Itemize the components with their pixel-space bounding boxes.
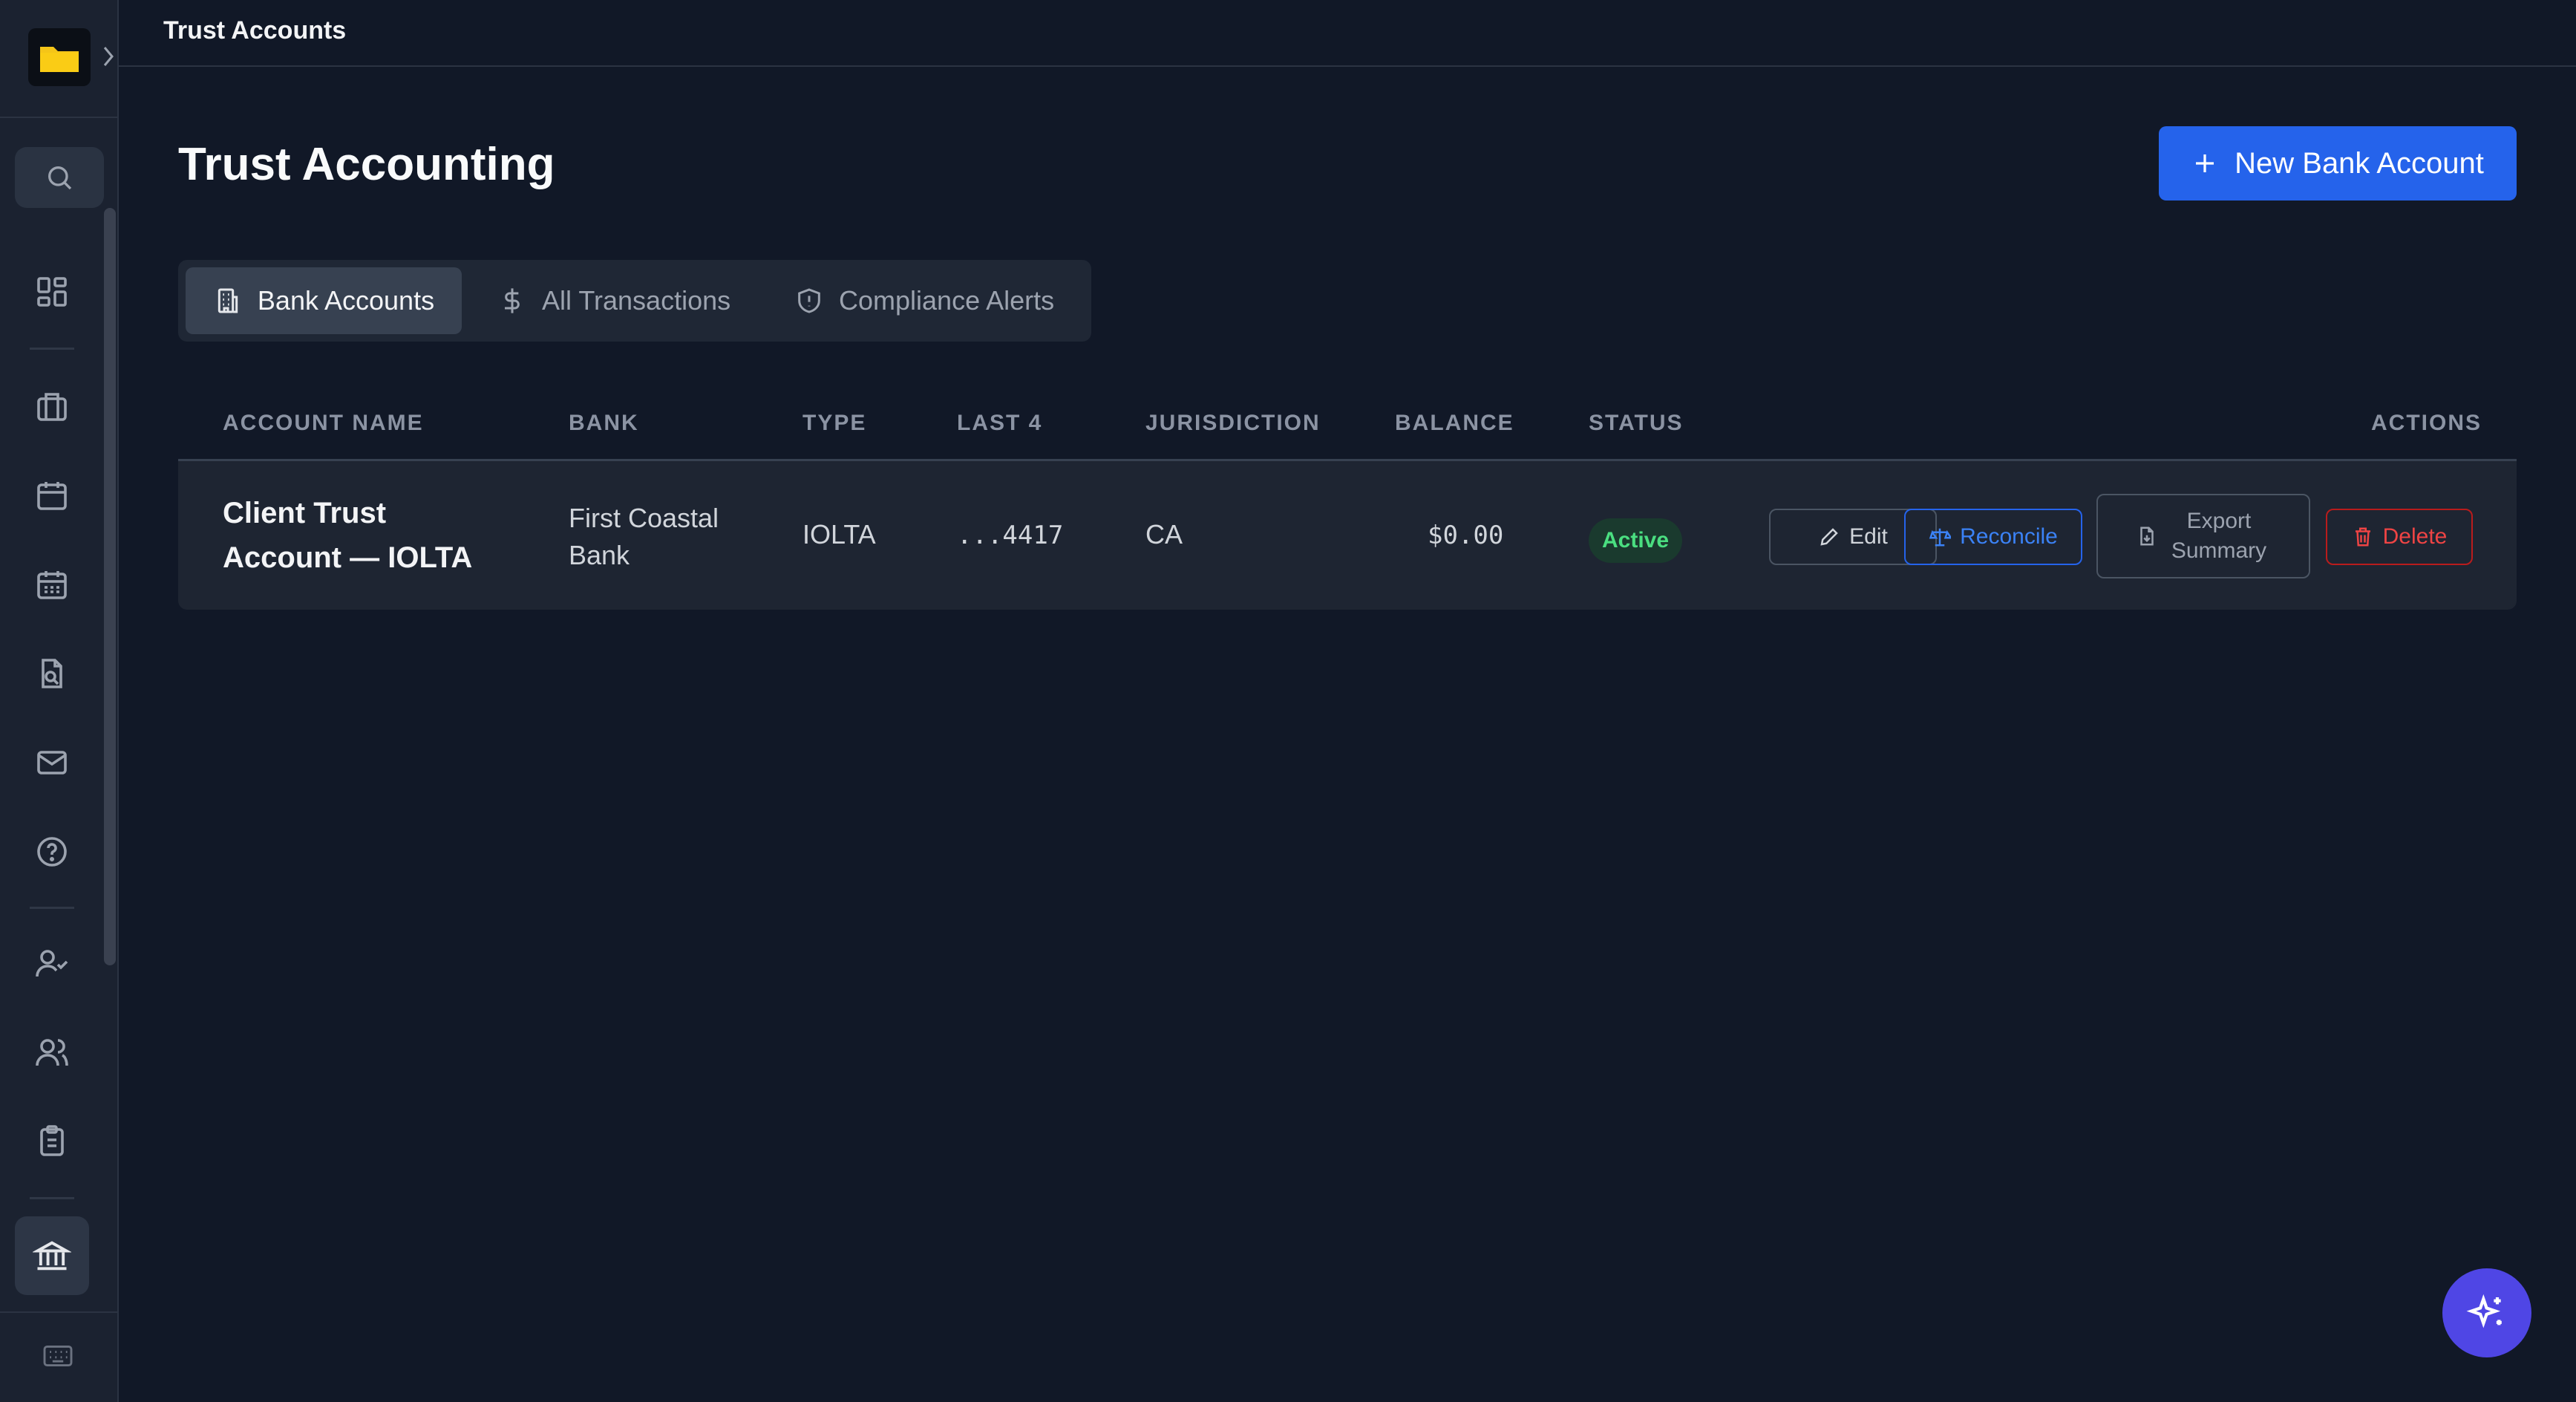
page-title: Trust Accounting xyxy=(178,139,555,190)
delete-button[interactable]: Delete xyxy=(2326,509,2473,565)
new-bank-account-button[interactable]: New Bank Account xyxy=(2159,126,2517,200)
sidebar-item-trust[interactable] xyxy=(15,1216,89,1295)
tab-all-transactions[interactable]: All Transactions xyxy=(497,267,730,334)
column-header-bank[interactable]: BANK xyxy=(569,411,639,436)
sidebar-scrollbar[interactable] xyxy=(104,208,116,965)
users-icon xyxy=(36,1039,68,1066)
tab-label: Compliance Alerts xyxy=(839,285,1055,316)
column-header-actions: ACTIONS xyxy=(2371,411,2482,435)
mail-icon xyxy=(37,751,67,775)
sidebar-divider xyxy=(0,117,117,118)
keyboard-icon[interactable] xyxy=(42,1343,74,1369)
sidebar-divider xyxy=(30,1197,74,1199)
file-download-icon xyxy=(2140,526,2154,546)
column-header-type[interactable]: TYPE xyxy=(802,411,866,436)
column-header-jurisdiction[interactable]: JURISDICTION xyxy=(1145,411,1321,436)
reconcile-button[interactable]: Reconcile xyxy=(1904,509,2082,565)
account-type: IOLTA xyxy=(802,519,876,550)
sidebar-item-dashboard[interactable] xyxy=(30,270,74,314)
export-summary-button[interactable]: Export Summary xyxy=(2096,494,2310,578)
help-icon xyxy=(37,837,67,867)
table-row[interactable]: Client Trust Account — IOLTA First Coast… xyxy=(178,461,2517,610)
sidebar-item-matters[interactable] xyxy=(30,384,74,428)
sidebar-divider xyxy=(30,907,74,909)
scale-icon xyxy=(1929,528,1952,547)
ai-assistant-button[interactable] xyxy=(2442,1268,2531,1357)
sidebar-item-calendar[interactable] xyxy=(30,473,74,518)
search-button[interactable] xyxy=(15,147,104,208)
sidebar-divider xyxy=(30,348,74,350)
sidebar-item-user-check[interactable] xyxy=(30,941,74,985)
column-header-last4[interactable]: LAST 4 xyxy=(957,411,1042,436)
sidebar-item-help[interactable] xyxy=(30,829,74,874)
last-four: ...4417 xyxy=(957,521,1064,550)
briefcase-icon xyxy=(37,393,67,421)
tab-label: All Transactions xyxy=(542,285,731,316)
jurisdiction: CA xyxy=(1145,519,1183,550)
delete-label: Delete xyxy=(2382,524,2448,549)
tab-bank-accounts[interactable]: Bank Accounts xyxy=(186,267,462,334)
app-logo[interactable] xyxy=(28,28,91,86)
shield-icon xyxy=(798,288,820,313)
account-name[interactable]: Client Trust Account — IOLTA xyxy=(223,491,505,580)
top-bar: Trust Accounts xyxy=(119,0,2576,67)
search-icon xyxy=(48,166,72,190)
calendar-grid-icon xyxy=(37,571,67,599)
sidebar-item-schedule[interactable] xyxy=(30,562,74,607)
tab-bar: Bank Accounts All Transactions Complianc… xyxy=(178,260,1091,342)
breadcrumb-title: Trust Accounts xyxy=(163,16,347,45)
sidebar xyxy=(0,0,119,1402)
tab-compliance-alerts[interactable]: Compliance Alerts xyxy=(794,267,1054,334)
edit-label: Edit xyxy=(1849,524,1888,549)
status-badge: Active xyxy=(1589,518,1683,563)
sidebar-item-tasks[interactable] xyxy=(30,1119,74,1164)
chevron-right-icon[interactable] xyxy=(102,45,114,68)
sidebar-item-documents[interactable] xyxy=(30,651,74,696)
sidebar-item-contacts[interactable] xyxy=(30,1030,74,1075)
sparkles-icon xyxy=(2466,1294,2502,1328)
folder-logo-icon xyxy=(40,47,79,72)
trash-icon xyxy=(2355,527,2370,547)
pencil-icon xyxy=(1820,528,1838,546)
dashboard-icon xyxy=(37,277,67,307)
sidebar-item-mail[interactable] xyxy=(30,740,74,785)
file-search-icon xyxy=(42,659,62,688)
calendar-icon xyxy=(37,482,67,510)
reconcile-label: Reconcile xyxy=(1960,524,2058,549)
tab-label: Bank Accounts xyxy=(257,285,435,316)
column-header-account-name[interactable]: ACCOUNT NAME xyxy=(223,411,424,436)
export-summary-label: Export Summary xyxy=(2171,509,2267,563)
bank-name: First Coastal Bank xyxy=(569,503,719,570)
plus-icon xyxy=(2196,154,2214,172)
building-icon xyxy=(218,288,238,313)
new-bank-account-label: New Bank Account xyxy=(2235,146,2484,180)
sidebar-divider xyxy=(0,1311,117,1313)
bank-icon xyxy=(33,1241,71,1271)
column-header-status[interactable]: STATUS xyxy=(1589,411,1684,436)
column-header-balance[interactable]: BALANCE xyxy=(1395,411,1514,436)
user-check-icon xyxy=(36,950,68,977)
balance: $0.00 xyxy=(1428,521,1504,550)
dollar-icon xyxy=(505,288,520,313)
clipboard-icon xyxy=(40,1125,64,1156)
